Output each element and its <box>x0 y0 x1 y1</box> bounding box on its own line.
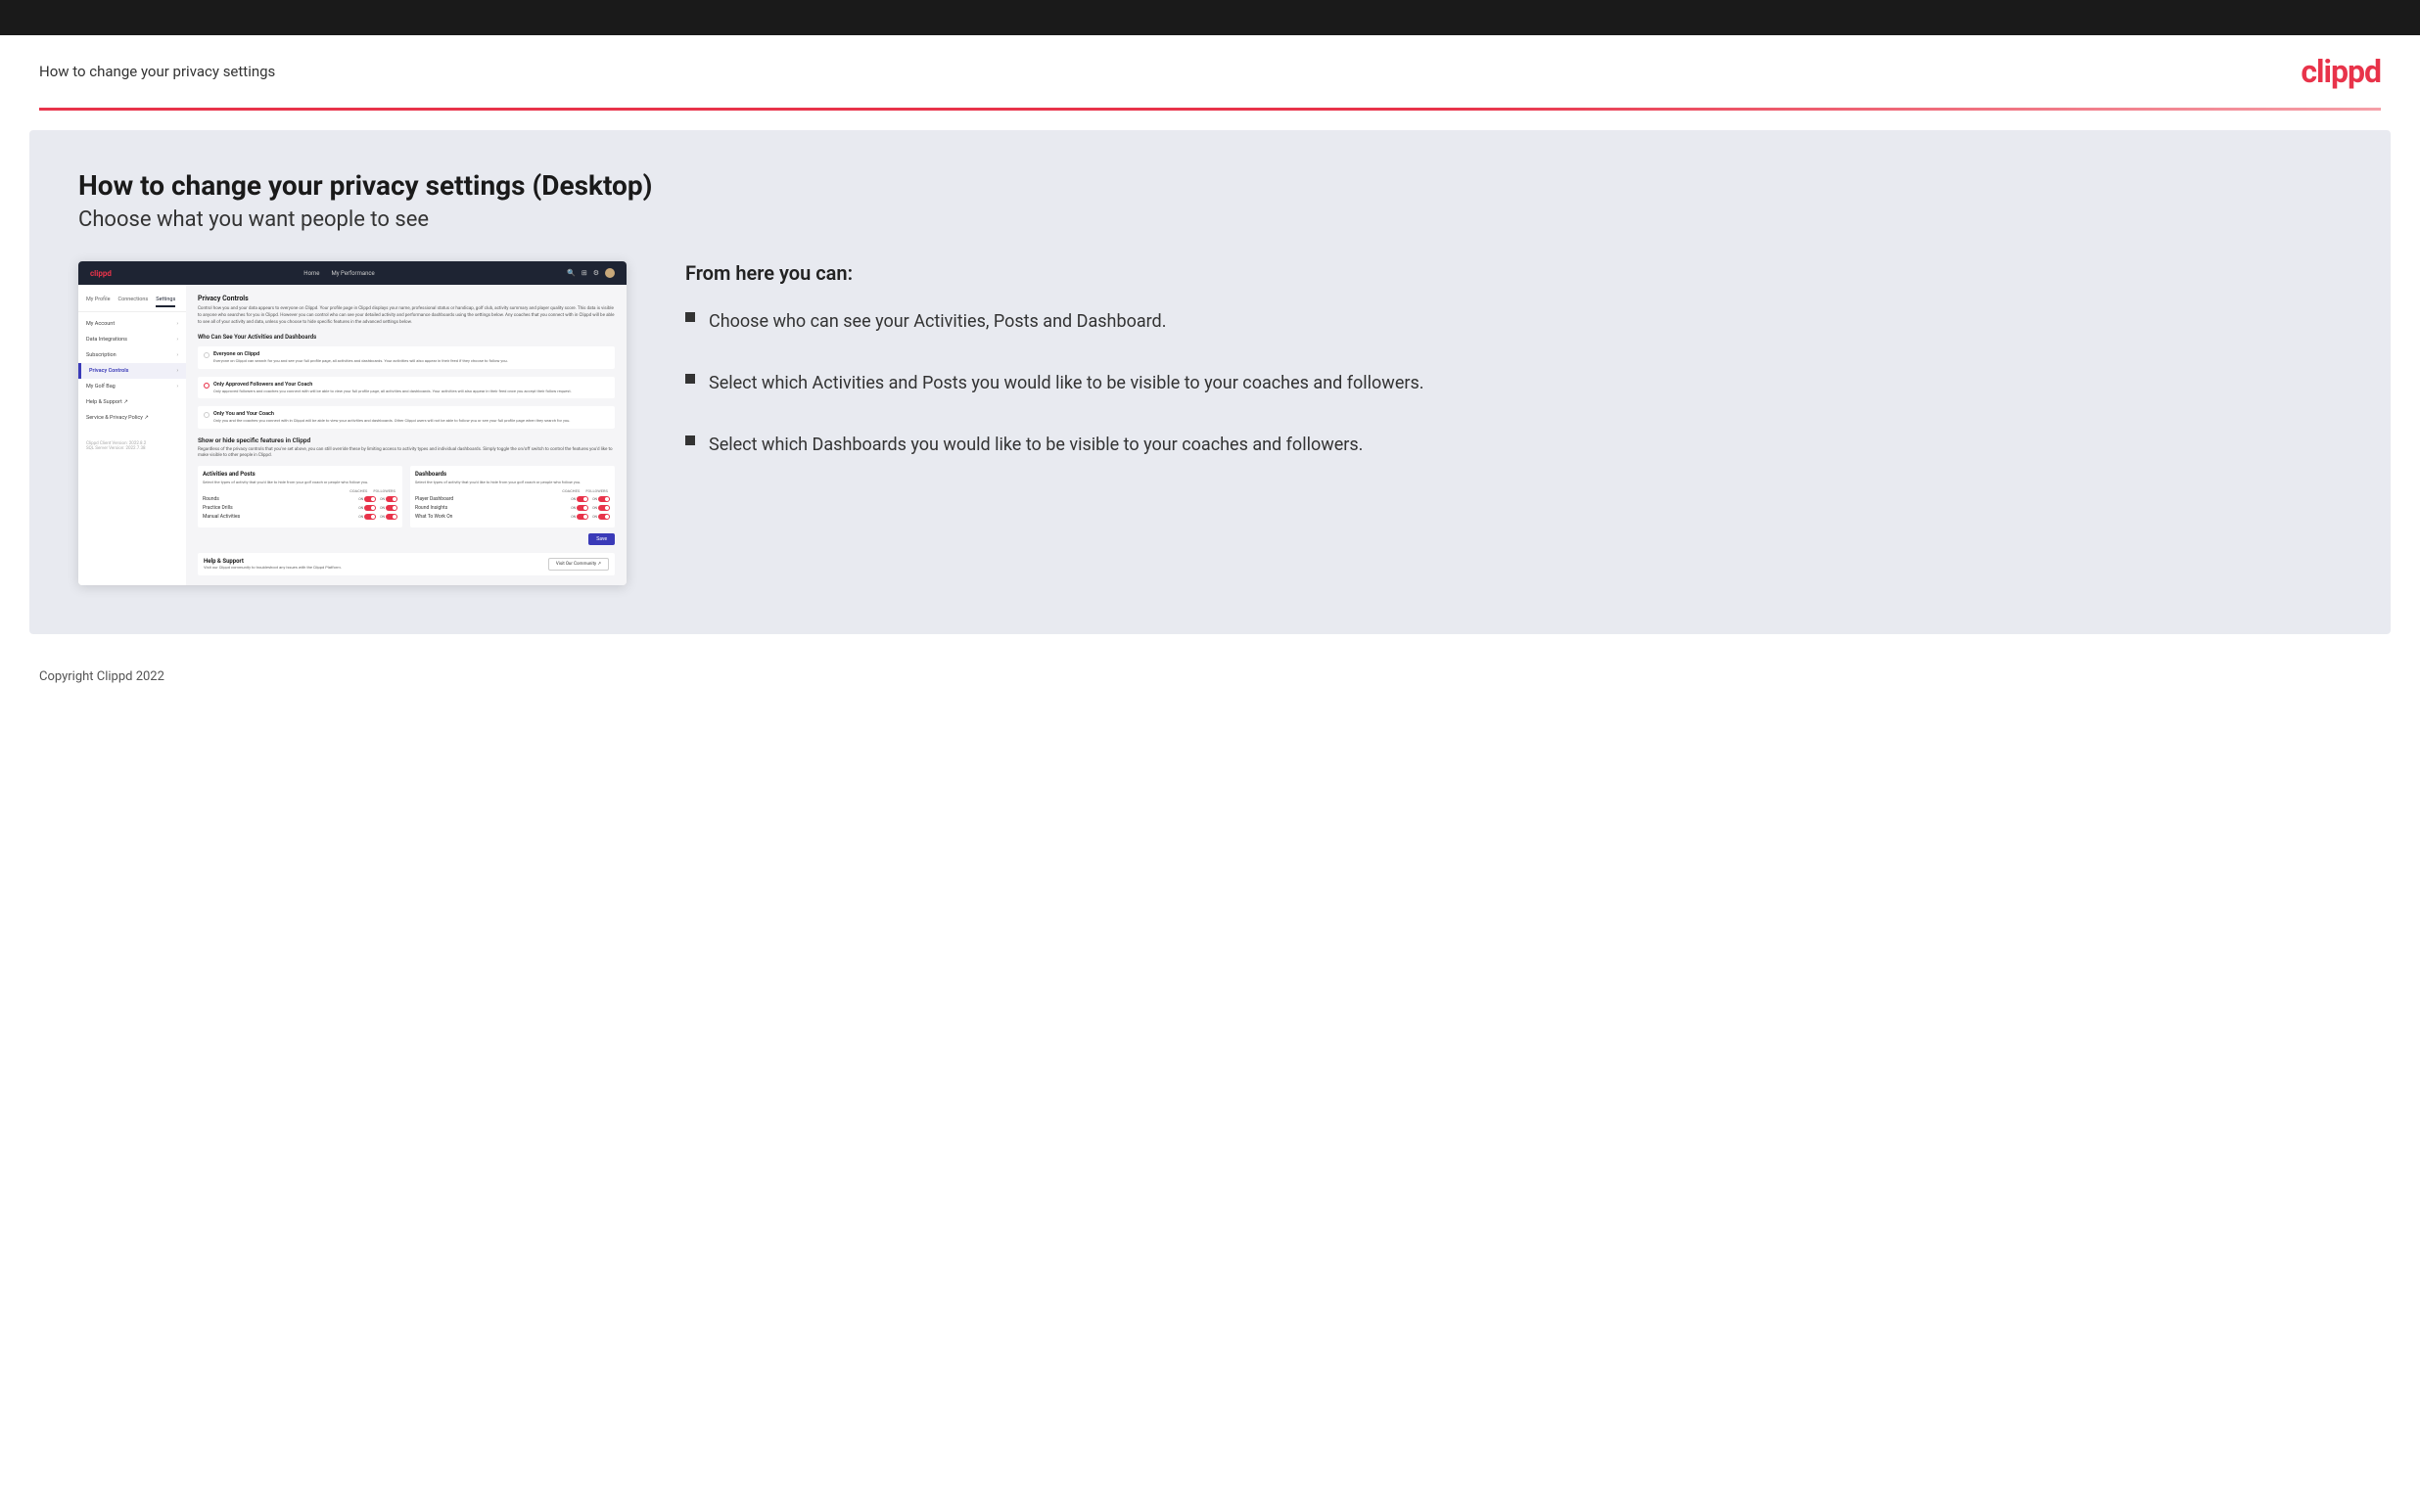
mock-nav-links: Home My Performance <box>303 270 374 277</box>
right-panel: From here you can: Choose who can see yo… <box>685 261 2342 493</box>
bullet-text-1: Choose who can see your Activities, Post… <box>709 308 1166 335</box>
bullet-square-2 <box>685 374 695 384</box>
mock-toggle-rounds-followers <box>386 496 397 502</box>
mock-help-row: Help & Support Visit our Clippd communit… <box>198 553 615 575</box>
mock-tab-profile: My Profile <box>86 297 111 307</box>
bullet-text-3: Select which Dashboards you would like t… <box>709 432 1363 458</box>
screenshot-mockup: clippd Home My Performance 🔍 ⊞ ⚙ <box>78 261 627 585</box>
mock-main-panel: Privacy Controls Control how you and you… <box>186 285 627 585</box>
mock-toggle-roundinsights-followers <box>598 505 610 511</box>
mock-settings-icon: ⚙ <box>593 269 599 277</box>
mock-privacy-controls-title: Privacy Controls <box>198 295 615 302</box>
mock-activities-table: Activities and Posts Select the types of… <box>198 466 402 527</box>
footer: Copyright Clippd 2022 <box>0 654 2420 700</box>
bullet-item-2: Select which Activities and Posts you wo… <box>685 370 2342 396</box>
mock-tables-row: Activities and Posts Select the types of… <box>198 466 615 527</box>
mock-privacy-controls-desc: Control how you and your data appears to… <box>198 306 615 326</box>
mock-radio-only-you <box>204 412 209 418</box>
mock-logo: clippd <box>90 269 112 278</box>
header-divider <box>39 108 2381 111</box>
mock-row-round-insights: Round Insights ON ON <box>415 505 610 511</box>
header: How to change your privacy settings clip… <box>0 35 2420 108</box>
bullet-text-2: Select which Activities and Posts you wo… <box>709 370 1424 396</box>
bullet-square-1 <box>685 312 695 322</box>
mock-radio-everyone <box>204 352 209 358</box>
from-here-title: From here you can: <box>685 261 2342 285</box>
mock-toggle-rounds-coaches <box>364 496 376 502</box>
mock-who-can-see-title: Who Can See Your Activities and Dashboar… <box>198 334 615 341</box>
header-title: How to change your privacy settings <box>39 63 275 80</box>
mock-sidebar-golf-bag: My Golf Bag › <box>78 379 186 394</box>
logo: clippd <box>2301 53 2381 90</box>
mock-avatar <box>605 268 615 278</box>
mock-option-everyone: Everyone on Clippd Everyone on Clippd ca… <box>198 346 615 369</box>
mock-show-hide-title: Show or hide specific features in Clippd <box>198 436 615 444</box>
top-bar <box>0 0 2420 35</box>
mock-chevron-icon-4: › <box>176 368 178 374</box>
mock-search-icon: 🔍 <box>567 269 576 277</box>
mock-row-rounds: Rounds ON ON <box>203 496 397 502</box>
mock-sidebar-data-integrations: Data Integrations › <box>78 332 186 347</box>
mock-toggle-practice-coaches <box>364 505 376 511</box>
mock-chevron-icon-3: › <box>176 352 178 358</box>
mock-toggle-playerdash-followers <box>598 496 610 502</box>
mock-option-followers: Only Approved Followers and Your Coach O… <box>198 377 615 399</box>
mock-sidebar-subscription: Subscription › <box>78 347 186 363</box>
mock-show-hide-desc: Regardless of the privacy controls that … <box>198 447 615 460</box>
mock-toggle-practice-followers <box>386 505 397 511</box>
page-heading: How to change your privacy settings (Des… <box>78 169 2342 202</box>
mock-row-player-dashboard: Player Dashboard ON ON <box>415 496 610 502</box>
mock-radio-followers <box>204 383 209 389</box>
mock-option-only-you: Only You and Your Coach Only you and the… <box>198 406 615 429</box>
mock-tab-connections: Connections <box>118 297 149 307</box>
mock-chevron-icon: › <box>176 321 178 327</box>
mock-body: My Profile Connections Settings My Accou… <box>78 285 627 585</box>
copyright: Copyright Clippd 2022 <box>39 669 164 684</box>
mock-chevron-icon-5: › <box>176 384 178 389</box>
mock-toggle-playerdash-coaches <box>577 496 588 502</box>
bullet-square-3 <box>685 435 695 445</box>
mock-nav-icons: 🔍 ⊞ ⚙ <box>567 268 615 278</box>
mock-save-button[interactable]: Save <box>588 533 615 545</box>
mock-sidebar-version: Clippd Client Version: 2022.8.2SQL Serve… <box>78 434 186 459</box>
mock-tab-settings: Settings <box>156 297 175 307</box>
mock-toggle-manual-coaches <box>364 514 376 520</box>
mock-sidebar-help: Help & Support ↗ <box>78 394 186 410</box>
mock-toggle-whattowork-coaches <box>577 514 588 520</box>
mock-nav-performance: My Performance <box>331 270 374 277</box>
content-row: clippd Home My Performance 🔍 ⊞ ⚙ <box>78 261 2342 585</box>
mock-sidebar-tabs: My Profile Connections Settings <box>78 293 186 312</box>
mock-visit-community-button[interactable]: Visit Our Community ↗ <box>548 558 609 571</box>
mock-nav-home: Home <box>303 270 319 277</box>
page-subheading: Choose what you want people to see <box>78 207 2342 232</box>
mock-sidebar-my-account: My Account › <box>78 316 186 332</box>
mock-toggle-manual-followers <box>386 514 397 520</box>
mock-row-what-to-work: What To Work On ON ON <box>415 514 610 520</box>
mock-sidebar-privacy-policy: Service & Privacy Policy ↗ <box>78 410 186 426</box>
mock-toggle-roundinsights-coaches <box>577 505 588 511</box>
mock-row-manual: Manual Activities ON ON <box>203 514 397 520</box>
mock-chevron-icon-2: › <box>176 337 178 343</box>
bullet-item-1: Choose who can see your Activities, Post… <box>685 308 2342 335</box>
mock-save-row: Save <box>198 533 615 545</box>
mock-navbar: clippd Home My Performance 🔍 ⊞ ⚙ <box>78 261 627 285</box>
bullet-list: Choose who can see your Activities, Post… <box>685 308 2342 458</box>
mock-toggle-whattowork-followers <box>598 514 610 520</box>
main-content: How to change your privacy settings (Des… <box>29 130 2391 634</box>
mock-row-practice: Practice Drills ON ON <box>203 505 397 511</box>
screenshot-container: clippd Home My Performance 🔍 ⊞ ⚙ <box>78 261 627 585</box>
mock-dashboards-table: Dashboards Select the types of activity … <box>410 466 615 527</box>
mock-grid-icon: ⊞ <box>582 269 587 277</box>
mock-sidebar: My Profile Connections Settings My Accou… <box>78 285 186 585</box>
bullet-item-3: Select which Dashboards you would like t… <box>685 432 2342 458</box>
mock-sidebar-privacy-controls: Privacy Controls › <box>78 363 186 379</box>
